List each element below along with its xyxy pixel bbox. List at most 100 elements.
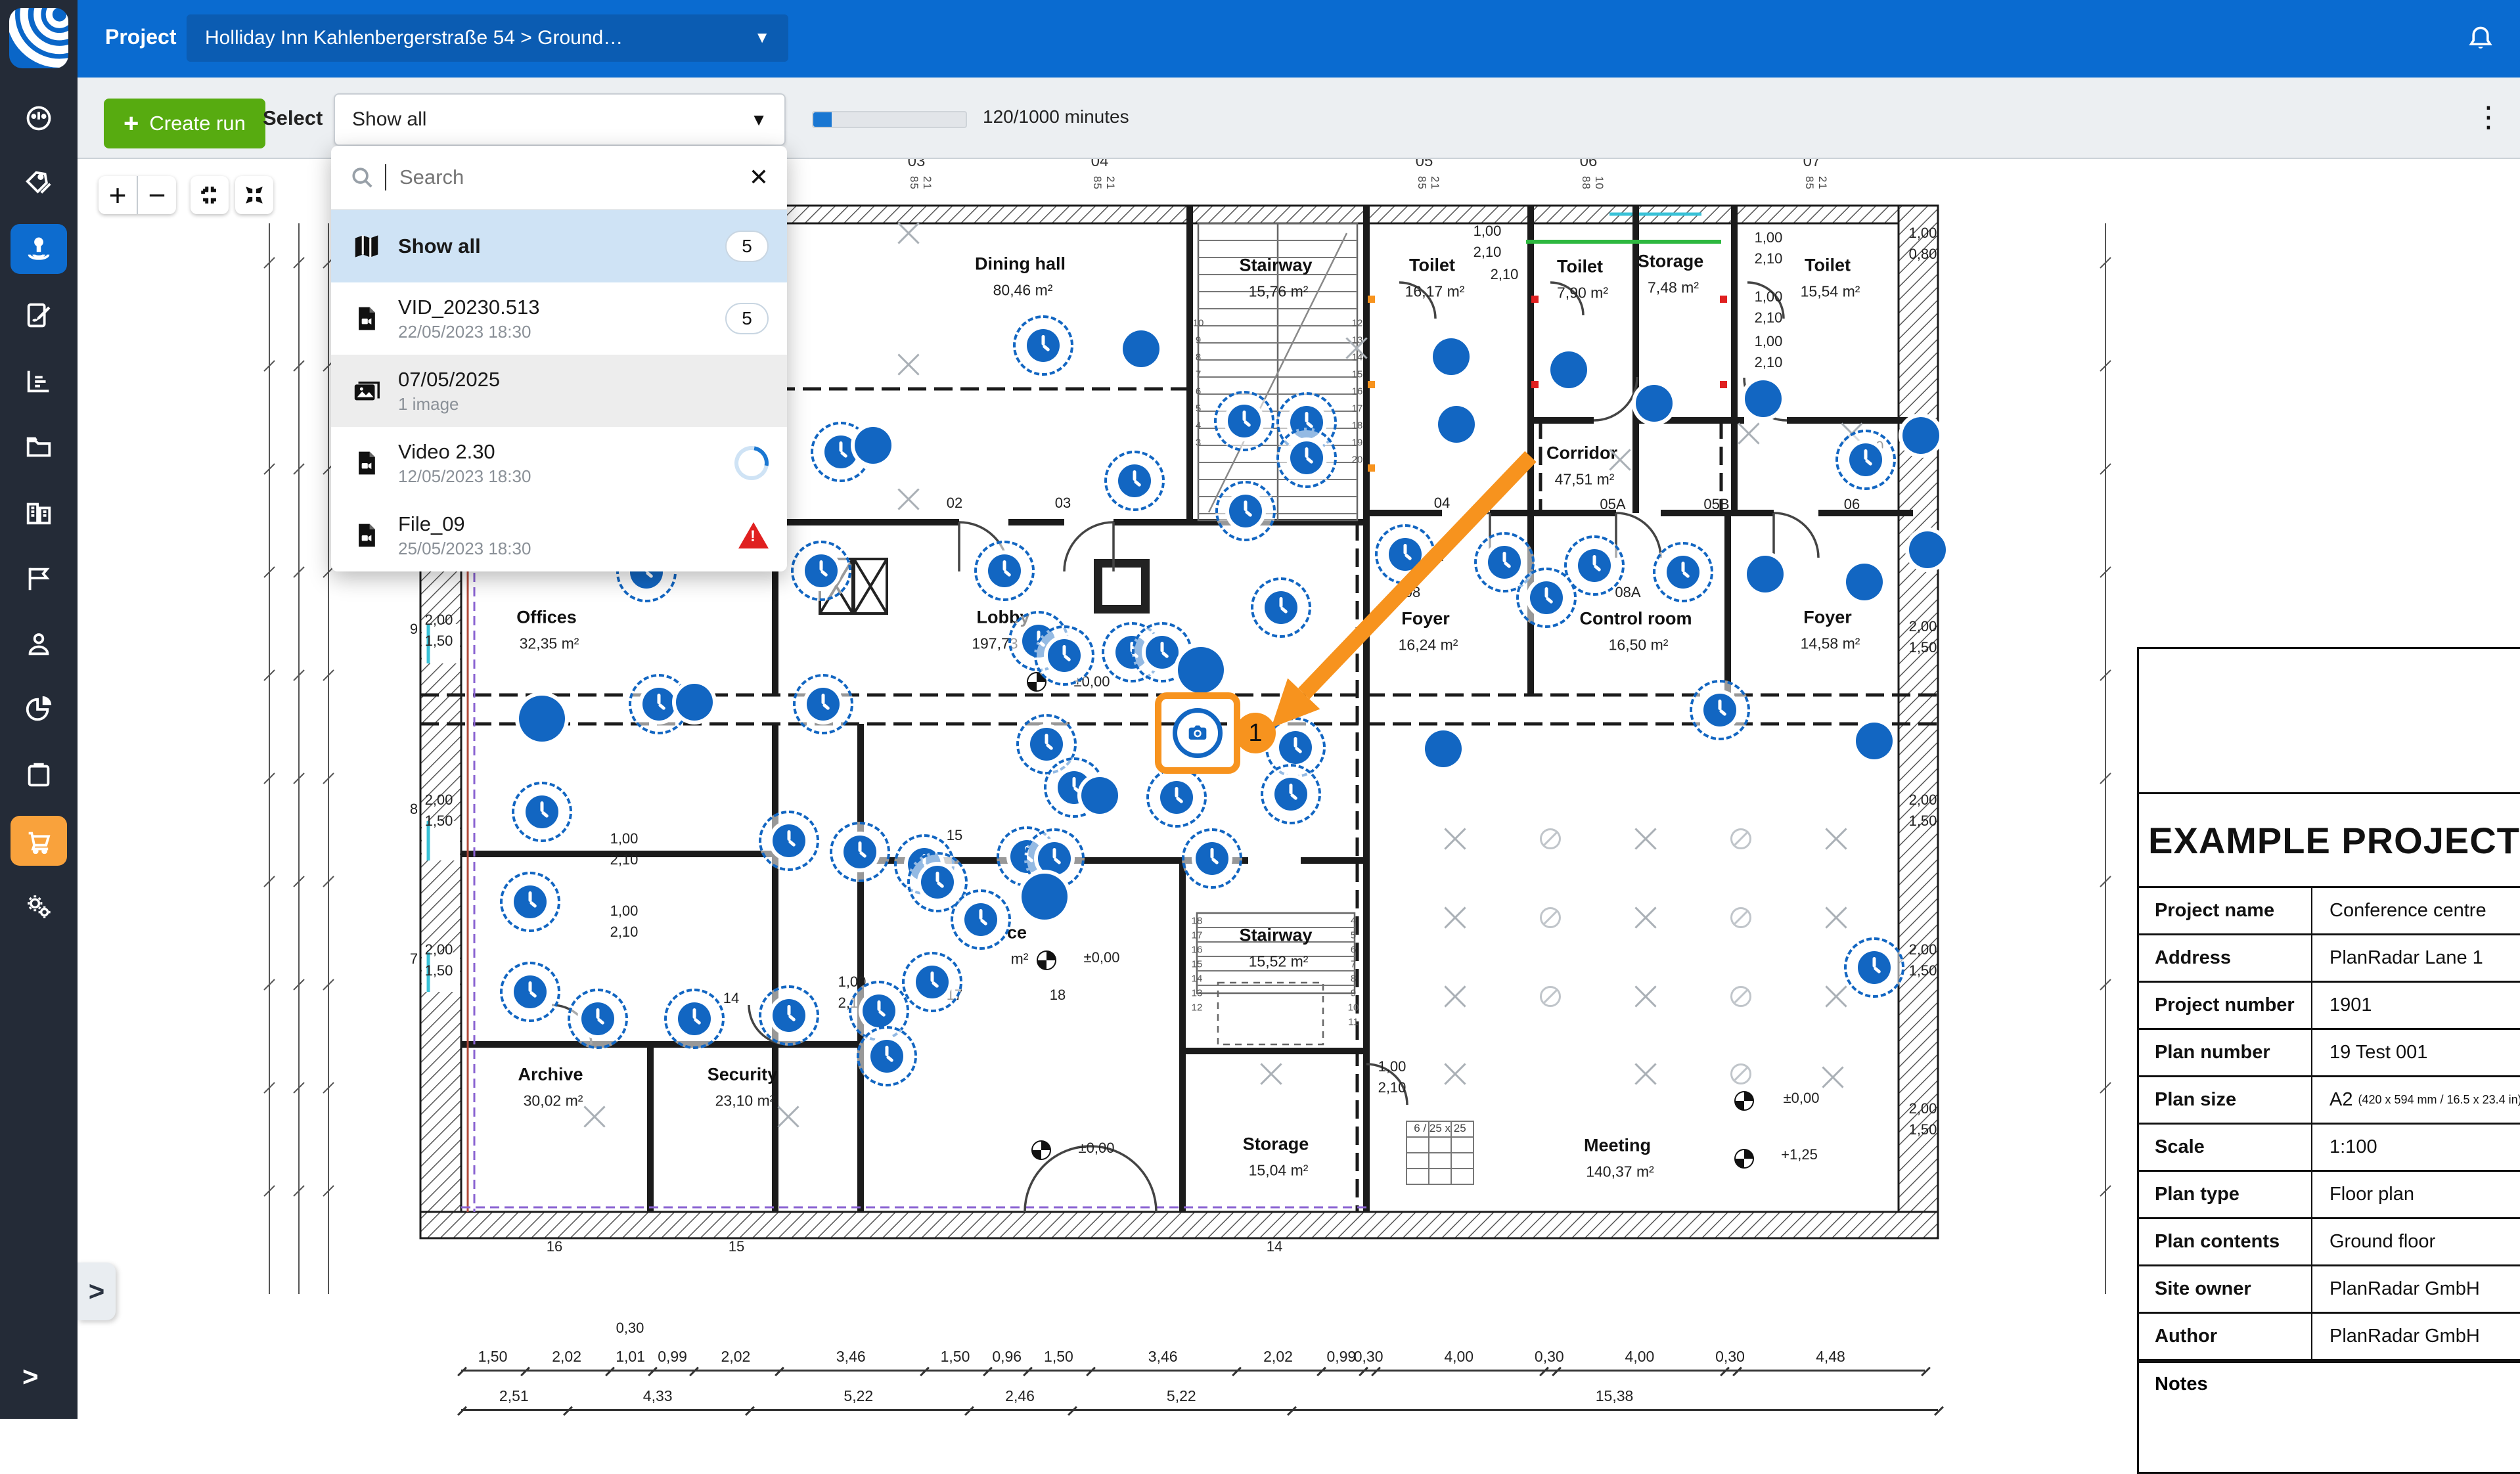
dimension-label: 2,10	[1755, 250, 1783, 267]
door-dimension: 88	[1579, 176, 1592, 190]
plain-marker[interactable]	[855, 427, 891, 464]
sidebar-item-flags[interactable]	[11, 554, 67, 604]
clock-marker[interactable]	[974, 541, 1035, 601]
plain-marker[interactable]	[1433, 338, 1470, 375]
plain-marker[interactable]	[1856, 723, 1893, 759]
plain-marker[interactable]	[1909, 531, 1946, 568]
sidebar-item-tags[interactable]	[11, 158, 67, 208]
sidebar-item-settings[interactable]	[11, 882, 67, 931]
dimension-label: 2,00	[1909, 941, 1937, 958]
sidebar-item-documents[interactable]	[11, 422, 67, 472]
sidebar-item-tasks[interactable]	[11, 750, 67, 800]
clock-marker[interactable]	[759, 985, 819, 1046]
dropdown-item-show-all[interactable]: Show all5	[331, 210, 787, 282]
dropdown-item-file-09[interactable]: File_0925/05/2023 18:30	[331, 499, 787, 571]
highlight-count-badge[interactable]: 1	[1235, 713, 1276, 753]
plain-marker[interactable]	[1123, 330, 1159, 367]
chain-value: 1,50	[941, 1348, 970, 1366]
plain-marker[interactable]	[1425, 730, 1462, 767]
clock-marker[interactable]	[791, 541, 851, 601]
clock-marker[interactable]	[1251, 577, 1311, 638]
sidebar-item-dashboard[interactable]	[11, 93, 67, 143]
search-input[interactable]	[398, 165, 677, 190]
title-block-logo-box	[2137, 647, 2520, 792]
dropdown-item-07-05-2025[interactable]: 07/05/20251 image	[331, 355, 787, 427]
notifications-button[interactable]	[2465, 24, 2496, 55]
plain-marker[interactable]	[519, 696, 565, 742]
search-icon	[349, 165, 374, 190]
titleblock-row: Plan number19 Test 001	[2137, 1028, 2520, 1075]
zoom-in-button[interactable]: +	[99, 176, 138, 214]
plain-marker[interactable]	[1902, 417, 1939, 454]
stair-number: 14	[1192, 973, 1203, 985]
clock-marker[interactable]	[1215, 481, 1276, 541]
clock-marker[interactable]	[1214, 391, 1274, 451]
room-label: Security	[708, 1065, 778, 1085]
clock-marker[interactable]	[1653, 542, 1713, 602]
clock-marker[interactable]	[500, 962, 560, 1022]
planradar-logo[interactable]	[9, 8, 68, 68]
clock-marker[interactable]	[902, 952, 962, 1012]
plain-marker[interactable]	[1178, 647, 1224, 693]
sidebar-item-forms[interactable]	[11, 290, 67, 340]
sidebar-item-reports[interactable]	[11, 684, 67, 734]
chain-value: 1,50	[1044, 1348, 1073, 1366]
sidebar-item-site-locator[interactable]	[11, 224, 67, 274]
dropdown-item-video-2-30[interactable]: Video 2.3012/05/2023 18:30	[331, 427, 787, 499]
clock-marker[interactable]	[1034, 625, 1094, 686]
project-breadcrumb-dropdown[interactable]: Holliday Inn Kahlenbergerstraße 54 > Gro…	[187, 14, 788, 62]
create-run-button[interactable]: + Create run	[104, 99, 265, 148]
clock-marker[interactable]	[1182, 828, 1242, 889]
clock-marker[interactable]	[1104, 451, 1165, 511]
marker-dot	[1438, 406, 1475, 443]
plain-marker[interactable]	[1550, 351, 1587, 388]
clock-marker[interactable]	[1690, 680, 1750, 740]
clock-marker[interactable]	[1146, 767, 1207, 828]
clock-marker[interactable]	[568, 989, 628, 1049]
collapse-view-button[interactable]	[235, 176, 273, 214]
stair-number: 5	[1351, 930, 1356, 941]
clock-marker[interactable]	[951, 889, 1011, 950]
clock-marker[interactable]	[512, 782, 572, 842]
sidebar-item-shop[interactable]	[11, 816, 67, 866]
dimension-label: 2,00	[1909, 792, 1937, 809]
dropdown-item-vid-20230-513[interactable]: VID_20230.51322/05/2023 18:305	[331, 282, 787, 355]
close-icon[interactable]: ✕	[749, 164, 769, 191]
clock-marker[interactable]	[1013, 315, 1073, 376]
room-area-label: 14,58 m²	[1801, 635, 1860, 653]
sidebar-item-contacts[interactable]	[11, 619, 67, 669]
clock-marker[interactable]	[793, 674, 853, 734]
clock-marker[interactable]	[1261, 764, 1321, 824]
clock-marker[interactable]	[664, 989, 725, 1049]
clock-marker[interactable]	[1375, 524, 1435, 585]
clock-marker[interactable]	[1844, 937, 1904, 998]
plain-marker[interactable]	[1438, 406, 1475, 443]
plain-marker[interactable]	[676, 684, 713, 721]
title-block-title: EXAMPLE PROJECT	[2137, 792, 2520, 886]
plain-marker[interactable]	[1081, 777, 1118, 814]
filter-dropdown[interactable]: Show all ▼	[334, 93, 786, 146]
level-label: ±0,00	[1079, 1140, 1115, 1157]
zoom-out-button[interactable]: −	[138, 176, 176, 214]
plain-marker[interactable]	[1846, 564, 1883, 600]
plain-marker[interactable]	[1747, 556, 1784, 592]
clock-marker[interactable]	[759, 811, 819, 871]
clock-marker[interactable]	[857, 1026, 917, 1086]
clock-marker[interactable]	[830, 822, 890, 882]
dimension-label: 0,30	[616, 1320, 644, 1337]
plain-marker[interactable]	[1022, 874, 1068, 920]
clock-marker[interactable]	[1835, 430, 1896, 490]
expand-panel-tab[interactable]: >	[78, 1262, 116, 1320]
sidebar-item-statistics[interactable]	[11, 356, 67, 406]
clock-marker[interactable]	[1516, 568, 1577, 628]
overflow-menu-button[interactable]: ⋮	[2469, 95, 2508, 141]
clock-marker[interactable]	[500, 872, 560, 932]
room-area-label: 7,48 m²	[1648, 279, 1699, 297]
plain-marker[interactable]	[1636, 385, 1673, 422]
dimension-label: 2,10	[1491, 266, 1519, 283]
clock-marker[interactable]	[1276, 428, 1337, 488]
plain-marker[interactable]	[1745, 380, 1782, 417]
sidebar-item-company[interactable]	[11, 488, 67, 538]
fit-to-screen-button[interactable]	[191, 176, 229, 214]
sidebar-collapse-chevron[interactable]: >	[22, 1361, 39, 1393]
